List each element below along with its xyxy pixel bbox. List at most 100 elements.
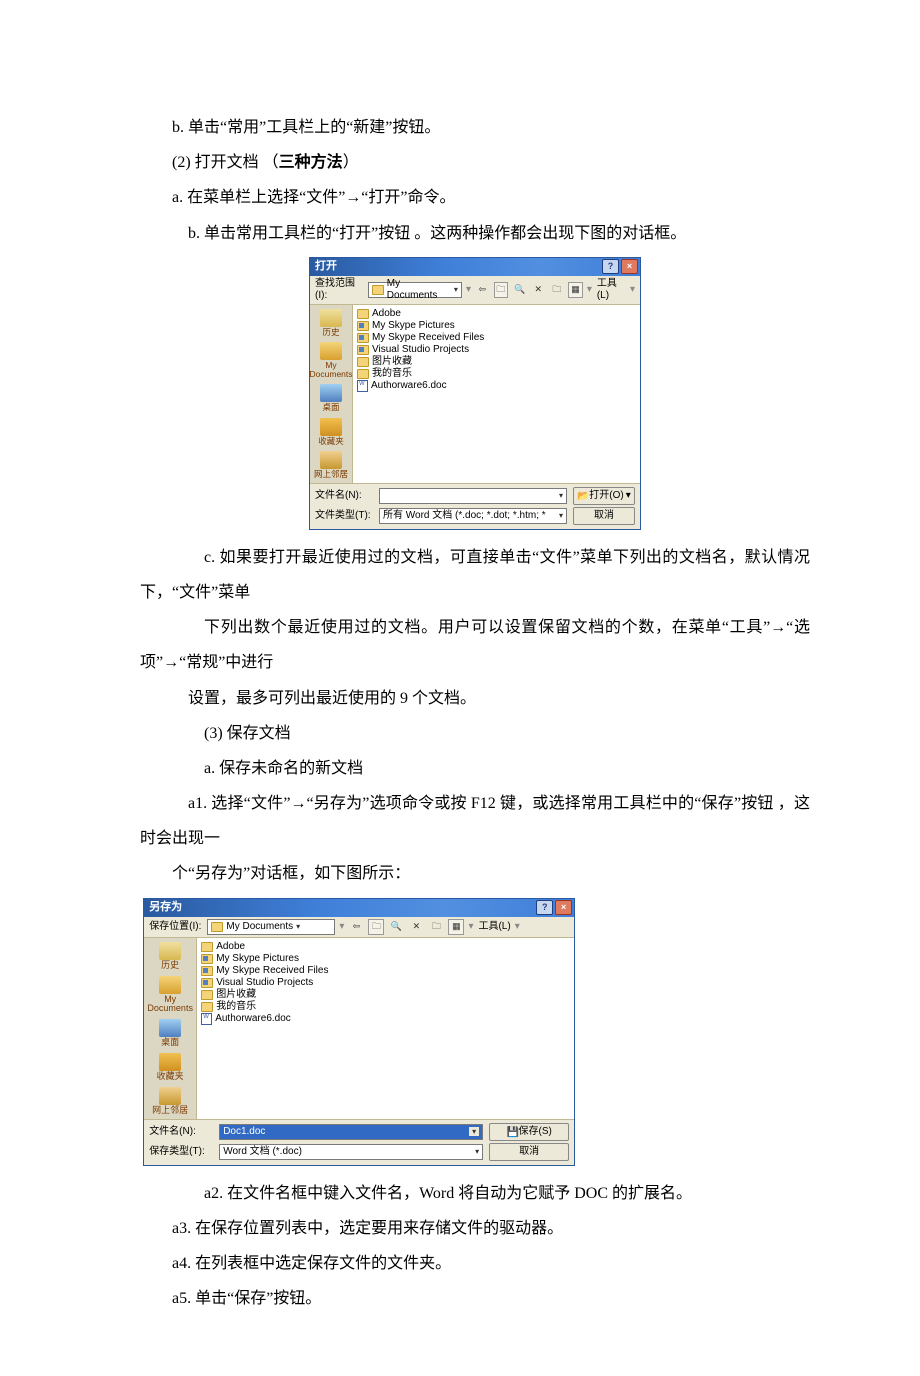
toolbar-separator: ▾	[339, 921, 344, 933]
place-favorites[interactable]: 收藏夹	[310, 418, 352, 446]
savetype-label: 保存类型(T):	[149, 1146, 215, 1158]
open-dialog: 打开 ? × 查找范围(I): My Documents ▾ ▾ ⇦ 🗀 🔍 ✕	[309, 257, 641, 530]
close-button[interactable]: ×	[621, 259, 638, 274]
new-folder-button[interactable]: 🗀	[550, 282, 565, 298]
new-folder-button[interactable]: 🗀	[428, 919, 444, 935]
delete-button[interactable]: ✕	[531, 282, 546, 298]
folder-icon	[372, 285, 384, 295]
para-save-a5: a5. 单击“保存”按钮。	[140, 1281, 810, 1316]
folder-icon	[211, 922, 223, 932]
folder-icon	[201, 954, 213, 964]
word-doc-icon	[201, 1013, 212, 1025]
up-button[interactable]: 🗀	[494, 282, 509, 298]
open-places-bar: 历史 My Documents 桌面 收藏夹 网上邻居	[310, 305, 353, 483]
chevron-down-icon: ▾	[475, 1147, 479, 1157]
savein-value: My Documents	[226, 921, 293, 933]
place-network[interactable]: 网上邻居	[310, 451, 352, 479]
word-doc-icon	[357, 380, 368, 392]
list-item[interactable]: My Skype Received Files	[201, 965, 570, 977]
chevron-down-icon: ▾	[559, 491, 563, 501]
list-item[interactable]: Adobe	[357, 308, 636, 320]
saveas-footer: 文件名(N): Doc1.doc▾ 保存类型(T): Word 文档 (*.do…	[144, 1119, 574, 1165]
open-button[interactable]: 📂打开(O)▾	[573, 487, 635, 505]
saveas-toolbar: 保存位置(I): My Documents ▾ ▾ ⇦ 🗀 🔍 ✕ 🗀 ▦ ▾ …	[144, 917, 574, 938]
figure-open-dialog: 打开 ? × 查找范围(I): My Documents ▾ ▾ ⇦ 🗀 🔍 ✕	[140, 257, 810, 530]
open-file-list[interactable]: Adobe My Skype Pictures My Skype Receive…	[353, 305, 640, 483]
open-body: 历史 My Documents 桌面 收藏夹 网上邻居 Adobe My Sky…	[310, 305, 640, 483]
folder-icon	[357, 309, 369, 319]
place-mydocs[interactable]: My Documents	[310, 342, 352, 378]
list-item[interactable]: Authorware6.doc	[357, 380, 636, 392]
filename-input[interactable]: Doc1.doc▾	[219, 1124, 483, 1140]
views-button[interactable]: ▦	[568, 282, 583, 298]
open-toolbar: 查找范围(I): My Documents ▾ ▾ ⇦ 🗀 🔍 ✕ 🗀 ▦ ▾ …	[310, 276, 640, 305]
heading-open-prefix: (2) 打开文档 （	[172, 154, 279, 171]
list-item[interactable]: Authorware6.doc	[201, 1013, 570, 1025]
list-item[interactable]: Visual Studio Projects	[201, 977, 570, 989]
list-item[interactable]: My Skype Pictures	[357, 320, 636, 332]
tools-dropdown-icon: ▾	[630, 284, 635, 296]
help-button[interactable]: ?	[602, 259, 619, 274]
list-item[interactable]: 我的音乐	[201, 1001, 570, 1013]
saveas-places-bar: 历史 My Documents 桌面 收藏夹 网上邻居	[144, 938, 197, 1119]
heading-open-suffix: ）	[343, 154, 359, 171]
list-item[interactable]: Visual Studio Projects	[357, 344, 636, 356]
up-button[interactable]: 🗀	[368, 919, 384, 935]
cancel-button[interactable]: 取消	[573, 507, 635, 525]
folder-icon	[201, 990, 213, 1000]
search-button[interactable]: 🔍	[388, 919, 404, 935]
lookin-value: My Documents	[387, 278, 451, 302]
folder-icon	[357, 369, 369, 379]
document-page: b. 单击“常用”工具栏上的“新建”按钮。 (2) 打开文档 （三种方法） a.…	[0, 0, 920, 1376]
place-desktop[interactable]: 桌面	[144, 1019, 196, 1047]
delete-button[interactable]: ✕	[408, 919, 424, 935]
list-item[interactable]: Adobe	[201, 941, 570, 953]
tools-menu[interactable]: 工具(L)	[478, 921, 510, 933]
para-save-a1-cont: 个“另存为”对话框，如下图所示：	[140, 856, 810, 891]
close-button[interactable]: ×	[555, 900, 572, 915]
savetype-combo[interactable]: Word 文档 (*.doc)▾	[219, 1144, 483, 1160]
para-open-c-cont: 下列出数个最近使用过的文档。用户可以设置保留文档的个数，在菜单“工具”→“选项”…	[140, 610, 810, 680]
list-item[interactable]: My Skype Pictures	[201, 953, 570, 965]
tools-menu[interactable]: 工具(L)	[597, 278, 626, 302]
para-open-heading: (2) 打开文档 （三种方法）	[140, 145, 810, 180]
para-save-a: a. 保存未命名的新文档	[140, 751, 810, 786]
chevron-down-icon: ▾	[559, 511, 563, 521]
para-open-c-cont2: 设置，最多可列出最近使用的 9 个文档。	[140, 681, 810, 716]
para-save-a3: a3. 在保存位置列表中，选定要用来存储文件的驱动器。	[140, 1211, 810, 1246]
saveas-file-list[interactable]: Adobe My Skype Pictures My Skype Receive…	[197, 938, 574, 1119]
open-footer: 文件名(N): ▾ 文件类型(T): 所有 Word 文档 (*.doc; *.…	[310, 483, 640, 529]
back-button[interactable]: ⇦	[348, 919, 364, 935]
list-item[interactable]: 我的音乐	[357, 368, 636, 380]
savein-label: 保存位置(I):	[149, 921, 201, 933]
place-favorites[interactable]: 收藏夹	[144, 1053, 196, 1081]
help-button[interactable]: ?	[536, 900, 553, 915]
place-history[interactable]: 历史	[144, 942, 196, 970]
filetype-combo[interactable]: 所有 Word 文档 (*.doc; *.dot; *.htm; *▾	[379, 508, 567, 524]
folder-icon	[357, 357, 369, 367]
toolbar-separator: ▾	[466, 284, 471, 296]
filetype-label: 文件类型(T):	[315, 510, 375, 522]
list-item[interactable]: My Skype Received Files	[357, 332, 636, 344]
chevron-down-icon: ▾	[469, 1127, 479, 1137]
savein-combo[interactable]: My Documents ▾	[207, 919, 335, 935]
place-mydocs[interactable]: My Documents	[144, 976, 196, 1013]
place-history[interactable]: 历史	[310, 309, 352, 337]
list-item[interactable]: 图片收藏	[201, 989, 570, 1001]
back-button[interactable]: ⇦	[475, 282, 490, 298]
place-desktop[interactable]: 桌面	[310, 384, 352, 412]
saveas-titlebar: 另存为 ? ×	[144, 899, 574, 917]
toolbar-separator-2: ▾	[468, 921, 473, 933]
place-network[interactable]: 网上邻居	[144, 1087, 196, 1115]
filename-input[interactable]: ▾	[379, 488, 567, 504]
open-folder-icon: 📂	[577, 491, 587, 501]
cancel-button[interactable]: 取消	[489, 1143, 569, 1161]
lookin-combo[interactable]: My Documents ▾	[368, 282, 462, 298]
save-button[interactable]: 💾保存(S)	[489, 1123, 569, 1141]
list-item[interactable]: 图片收藏	[357, 356, 636, 368]
views-button[interactable]: ▦	[448, 919, 464, 935]
toolbar-separator-2: ▾	[587, 284, 592, 296]
folder-icon	[201, 1002, 213, 1012]
folder-icon	[357, 321, 369, 331]
search-button[interactable]: 🔍	[512, 282, 527, 298]
